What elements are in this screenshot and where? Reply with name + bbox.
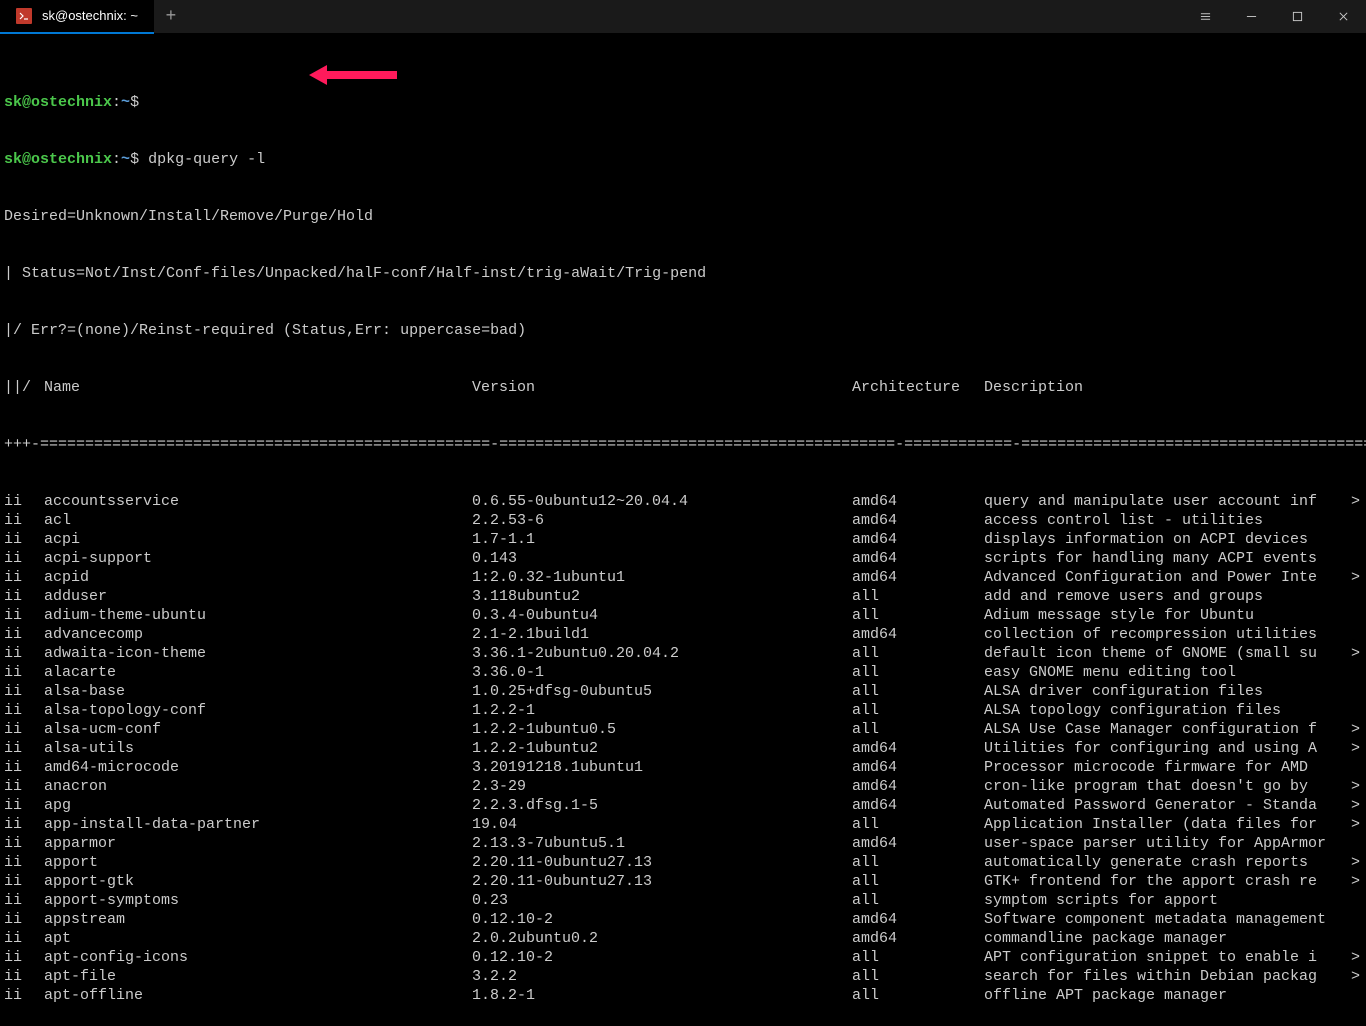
minimize-button[interactable]	[1228, 0, 1274, 34]
package-row: iiadium-theme-ubuntu0.3.4-0ubuntu4allAdi…	[4, 606, 1362, 625]
column-headers: ||/NameVersionArchitectureDescription	[4, 378, 1362, 397]
package-row: iiacpid1:2.0.32-1ubuntu1amd64Advanced Co…	[4, 568, 1362, 587]
package-row: iiacpi-support0.143amd64scripts for hand…	[4, 549, 1362, 568]
package-row: iiapt2.0.2ubuntu0.2amd64commandline pack…	[4, 929, 1362, 948]
package-row: iialsa-topology-conf1.2.2-1allALSA topol…	[4, 701, 1362, 720]
close-button[interactable]	[1320, 0, 1366, 34]
package-row: iiapt-offline1.8.2-1alloffline APT packa…	[4, 986, 1362, 1005]
package-row: iiapport-gtk2.20.11-0ubuntu27.13allGTK+ …	[4, 872, 1362, 891]
tab-title: sk@ostechnix: ~	[42, 8, 138, 23]
package-row: iiapt-file3.2.2allsearch for files withi…	[4, 967, 1362, 986]
package-row: iiacl2.2.53-6amd64access control list - …	[4, 511, 1362, 530]
annotation-arrow	[309, 65, 397, 85]
command-text: dpkg-query -l	[148, 151, 265, 168]
maximize-button[interactable]	[1274, 0, 1320, 34]
terminal-tab[interactable]: sk@ostechnix: ~	[0, 0, 154, 34]
package-row: iialsa-base1.0.25+dfsg-0ubuntu5allALSA d…	[4, 682, 1362, 701]
package-row: iiapparmor2.13.3-7ubuntu5.1amd64user-spa…	[4, 834, 1362, 853]
package-row: iiaccountsservice0.6.55-0ubuntu12~20.04.…	[4, 492, 1362, 511]
package-row: iiapport2.20.11-0ubuntu27.13allautomatic…	[4, 853, 1362, 872]
header-line-2: | Status=Not/Inst/Conf-files/Unpacked/ha…	[4, 264, 1362, 283]
package-row: iialsa-ucm-conf1.2.2-1ubuntu0.5allALSA U…	[4, 720, 1362, 739]
package-row: iialsa-utils1.2.2-1ubuntu2amd64Utilities…	[4, 739, 1362, 758]
package-row: iiamd64-microcode3.20191218.1ubuntu1amd6…	[4, 758, 1362, 777]
package-row: iiacpi1.7-1.1amd64displays information o…	[4, 530, 1362, 549]
package-row: iiadwaita-icon-theme3.36.1-2ubuntu0.20.0…	[4, 644, 1362, 663]
package-row: iiapport-symptoms0.23allsymptom scripts …	[4, 891, 1362, 910]
prompt-line-1: sk@ostechnix:~$	[4, 93, 1362, 112]
prompt-line-2: sk@ostechnix:~$ dpkg-query -l	[4, 150, 1362, 169]
window-controls	[1182, 0, 1366, 34]
package-row: iianacron2.3-29amd64cron-like program th…	[4, 777, 1362, 796]
package-row: iiapp-install-data-partner19.04allApplic…	[4, 815, 1362, 834]
package-row: iiadduser3.118ubuntu2alladd and remove u…	[4, 587, 1362, 606]
titlebar: sk@ostechnix: ~ +	[0, 0, 1366, 34]
package-list: iiaccountsservice0.6.55-0ubuntu12~20.04.…	[4, 492, 1362, 1005]
package-row: iialacarte3.36.0-1alleasy GNOME menu edi…	[4, 663, 1362, 682]
new-tab-button[interactable]: +	[154, 7, 188, 27]
package-row: iiapt-config-icons0.12.10-2allAPT config…	[4, 948, 1362, 967]
terminal-icon	[16, 8, 32, 24]
header-line-3: |/ Err?=(none)/Reinst-required (Status,E…	[4, 321, 1362, 340]
package-row: iiappstream0.12.10-2amd64Software compon…	[4, 910, 1362, 929]
separator-line: +++-====================================…	[4, 435, 1362, 454]
package-row: iiapg2.2.3.dfsg.1-5amd64Automated Passwo…	[4, 796, 1362, 815]
terminal-body[interactable]: sk@ostechnix:~$ sk@ostechnix:~$ dpkg-que…	[0, 34, 1366, 1026]
header-line-1: Desired=Unknown/Install/Remove/Purge/Hol…	[4, 207, 1362, 226]
package-row: iiadvancecomp2.1-2.1build1amd64collectio…	[4, 625, 1362, 644]
hamburger-icon[interactable]	[1182, 0, 1228, 34]
